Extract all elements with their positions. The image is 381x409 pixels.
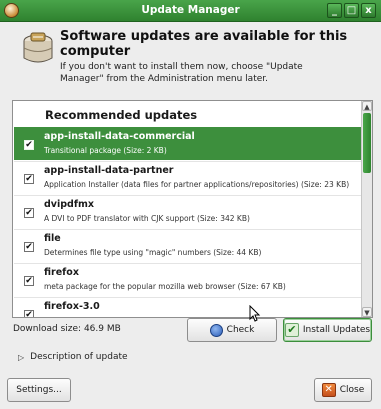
close-label: Close — [339, 385, 365, 395]
settings-label: Settings... — [16, 385, 62, 395]
check-button[interactable]: Check — [187, 318, 277, 342]
package-name: app-install-data-partner — [44, 165, 174, 176]
settings-button[interactable]: Settings... — [7, 378, 71, 402]
package-box-icon — [23, 32, 53, 63]
checkbox[interactable]: ✔ — [24, 276, 34, 286]
vertical-scrollbar[interactable]: ▲ ▼ — [361, 101, 372, 317]
package-name: dvipdfmx — [44, 199, 95, 210]
list-item[interactable]: ✔firefox-3.0safe and easy web browser fr… — [14, 297, 363, 317]
package-description: Transitional package (Size: 2 KB) — [44, 146, 167, 155]
triangle-right-icon: ▷ — [18, 352, 25, 362]
checkmark-icon: ✔ — [284, 323, 299, 337]
close-icon: ✕ — [321, 383, 336, 397]
page-description: If you don't want to install them now, c… — [60, 62, 303, 84]
package-description: Determines file type using "magic" numbe… — [44, 248, 262, 257]
package-name: app-install-data-commercial — [44, 131, 195, 142]
list-item[interactable]: ✔ file Determines file type using "magic… — [14, 229, 363, 262]
checkbox[interactable]: ✔ — [24, 174, 34, 184]
scrollbar-thumb[interactable] — [363, 113, 371, 173]
check-label: Check — [226, 325, 255, 335]
list-item[interactable]: ✔ app-install-data-commercial Transition… — [14, 127, 363, 160]
checkbox[interactable]: ✔ — [24, 140, 34, 150]
package-name: firefox — [44, 267, 79, 278]
scroll-up-icon[interactable]: ▲ — [362, 101, 372, 111]
section-header: Recommended updates — [45, 108, 198, 122]
install-label: Install Updates — [302, 325, 371, 335]
list-item[interactable]: ✔ firefox meta package for the popular m… — [14, 263, 363, 296]
list-item[interactable]: ✔ dvipdfmx A DVI to PDF translator with … — [14, 195, 363, 228]
title-bar[interactable]: Update Manager _ □ x — [0, 0, 381, 22]
updates-list[interactable]: Recommended updates ✔ app-install-data-c… — [12, 100, 373, 318]
package-name: firefox-3.0 — [44, 301, 100, 312]
close-button[interactable]: ✕ Close — [314, 378, 372, 402]
close-window-button[interactable]: x — [361, 3, 376, 18]
window-title: Update Manager — [141, 4, 240, 16]
package-description: Application Installer (data files for pa… — [44, 180, 350, 189]
package-description: meta package for the popular mozilla web… — [44, 282, 286, 291]
package-description: A DVI to PDF translator with CJK support… — [44, 214, 250, 223]
download-size: Download size: 46.9 MB — [13, 324, 121, 334]
refresh-icon — [209, 323, 223, 337]
expander-label: Description of update — [30, 352, 128, 362]
checkbox[interactable]: ✔ — [24, 208, 34, 218]
package-name: file — [44, 233, 61, 244]
minimize-button[interactable]: _ — [327, 3, 342, 18]
install-updates-button[interactable]: ✔ Install Updates — [283, 318, 372, 342]
description-expander[interactable]: ▷ Description of update — [18, 352, 128, 362]
checkbox[interactable]: ✔ — [24, 310, 34, 317]
checkbox[interactable]: ✔ — [24, 242, 34, 252]
page-title: Software updates are available for this … — [60, 29, 348, 59]
scroll-down-icon[interactable]: ▼ — [362, 307, 372, 317]
mouse-pointer-icon — [249, 305, 261, 322]
maximize-button[interactable]: □ — [344, 3, 359, 18]
list-item[interactable]: ✔ app-install-data-partner Application I… — [14, 161, 363, 194]
